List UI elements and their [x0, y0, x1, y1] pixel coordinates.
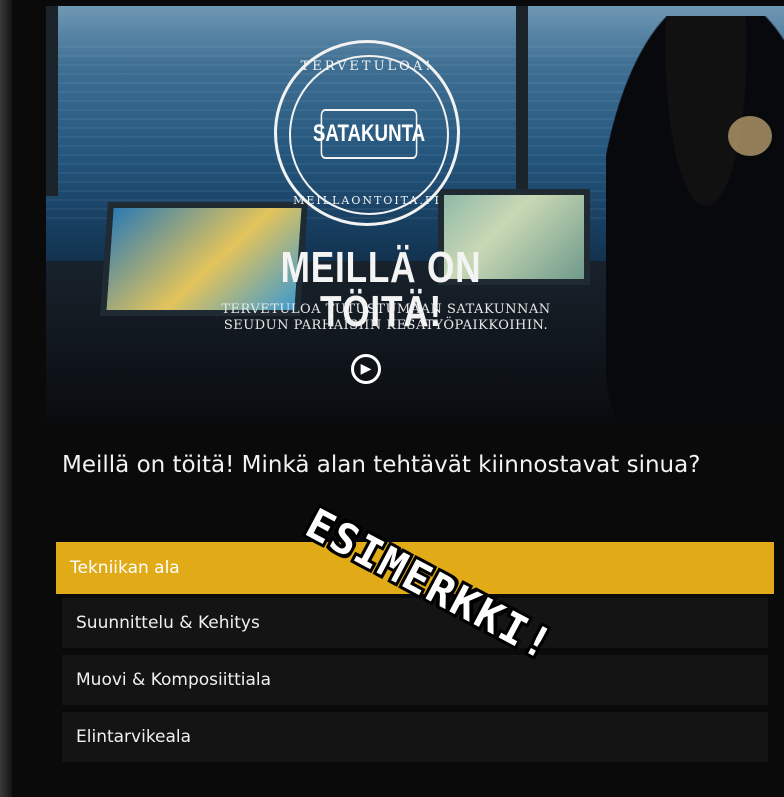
captain-silhouette [606, 16, 784, 426]
stamp-top-text: TERVETULOA! [300, 59, 434, 74]
stamp-center-text: SATAKUNTA [313, 109, 425, 159]
captain-hair [728, 116, 772, 156]
hero-subtitle-line2: SEUDUN PARHAISIIN KESÄTYÖPAIKKOIHIN. [223, 318, 549, 333]
option-muovi-komposiittiala[interactable]: Muovi & Komposiittiala [62, 655, 768, 705]
stamp-bottom-text: MEILLAONTOITA.FI [293, 194, 441, 207]
hero-video[interactable]: TERVETULOA! SATAKUNTA MEILLAONTOITA.FI M… [46, 6, 784, 426]
option-suunnittelu-kehitys[interactable]: Suunnittelu & Kehitys [62, 598, 768, 648]
window-frame-left [46, 6, 58, 196]
window-frame-right [516, 6, 528, 196]
option-tekniikan-ala[interactable]: Tekniikan ala [56, 542, 774, 594]
hero-subtitle-line1: TERVETULOA TUTUSTUMAAN SATAKUNNAN [221, 302, 551, 317]
hero-subtitle: TERVETULOA TUTUSTUMAAN SATAKUNNAN SEUDUN… [176, 302, 596, 334]
question-text: Meillä on töitä! Minkä alan tehtävät kii… [62, 452, 701, 478]
option-elintarvikeala[interactable]: Elintarvikeala [62, 712, 768, 762]
play-icon[interactable]: ▶ [351, 354, 381, 384]
satakunta-stamp-logo: TERVETULOA! SATAKUNTA MEILLAONTOITA.FI [274, 40, 460, 226]
